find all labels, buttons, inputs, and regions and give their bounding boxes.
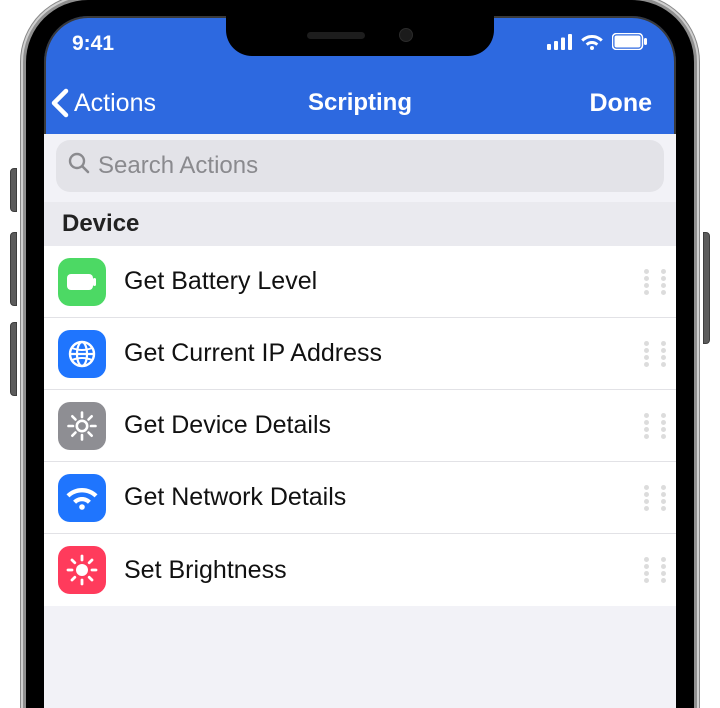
wifi-icon (58, 474, 106, 522)
status-time: 9:41 (72, 32, 114, 56)
drag-handle-icon[interactable] (644, 337, 666, 371)
speaker-grille (307, 32, 365, 39)
nav-bar: Actions Scripting Done (44, 72, 676, 134)
content-area: Device Get Battery Level (44, 134, 676, 708)
action-title: Get Device Details (124, 411, 626, 440)
side-button (10, 322, 17, 396)
front-camera (399, 28, 413, 42)
drag-handle-icon[interactable] (644, 553, 666, 587)
action-title: Get Network Details (124, 483, 626, 512)
back-button[interactable]: Actions (48, 87, 156, 119)
drag-handle-icon[interactable] (644, 265, 666, 299)
search-field[interactable] (98, 152, 652, 180)
search-input[interactable] (56, 140, 664, 192)
wifi-status-icon (580, 32, 604, 56)
side-button (10, 232, 17, 306)
action-title: Set Brightness (124, 556, 626, 585)
chevron-left-icon (48, 87, 72, 119)
device-frame: 9:41 Actions Scripting Do (0, 0, 720, 708)
section-header-device: Device (44, 202, 676, 246)
side-button (703, 232, 710, 344)
battery-status-icon (612, 32, 648, 56)
gear-icon (58, 402, 106, 450)
battery-icon (58, 258, 106, 306)
actions-list: Get Battery Level Get Current IP Address (44, 246, 676, 606)
list-item[interactable]: Get Network Details (44, 462, 676, 534)
list-item[interactable]: Get Battery Level (44, 246, 676, 318)
page-title: Scripting (308, 89, 412, 117)
action-title: Get Battery Level (124, 267, 626, 296)
back-label: Actions (74, 89, 156, 118)
list-item[interactable]: Get Current IP Address (44, 318, 676, 390)
search-icon (68, 152, 90, 181)
globe-icon (58, 330, 106, 378)
phone-screen: 9:41 Actions Scripting Do (26, 0, 694, 708)
list-item[interactable]: Get Device Details (44, 390, 676, 462)
side-button (10, 168, 17, 212)
cellular-signal-icon (547, 32, 572, 56)
action-title: Get Current IP Address (124, 339, 626, 368)
done-button[interactable]: Done (590, 89, 667, 118)
drag-handle-icon[interactable] (644, 481, 666, 515)
brightness-icon (58, 546, 106, 594)
notch (226, 14, 494, 56)
drag-handle-icon[interactable] (644, 409, 666, 443)
list-item[interactable]: Set Brightness (44, 534, 676, 606)
